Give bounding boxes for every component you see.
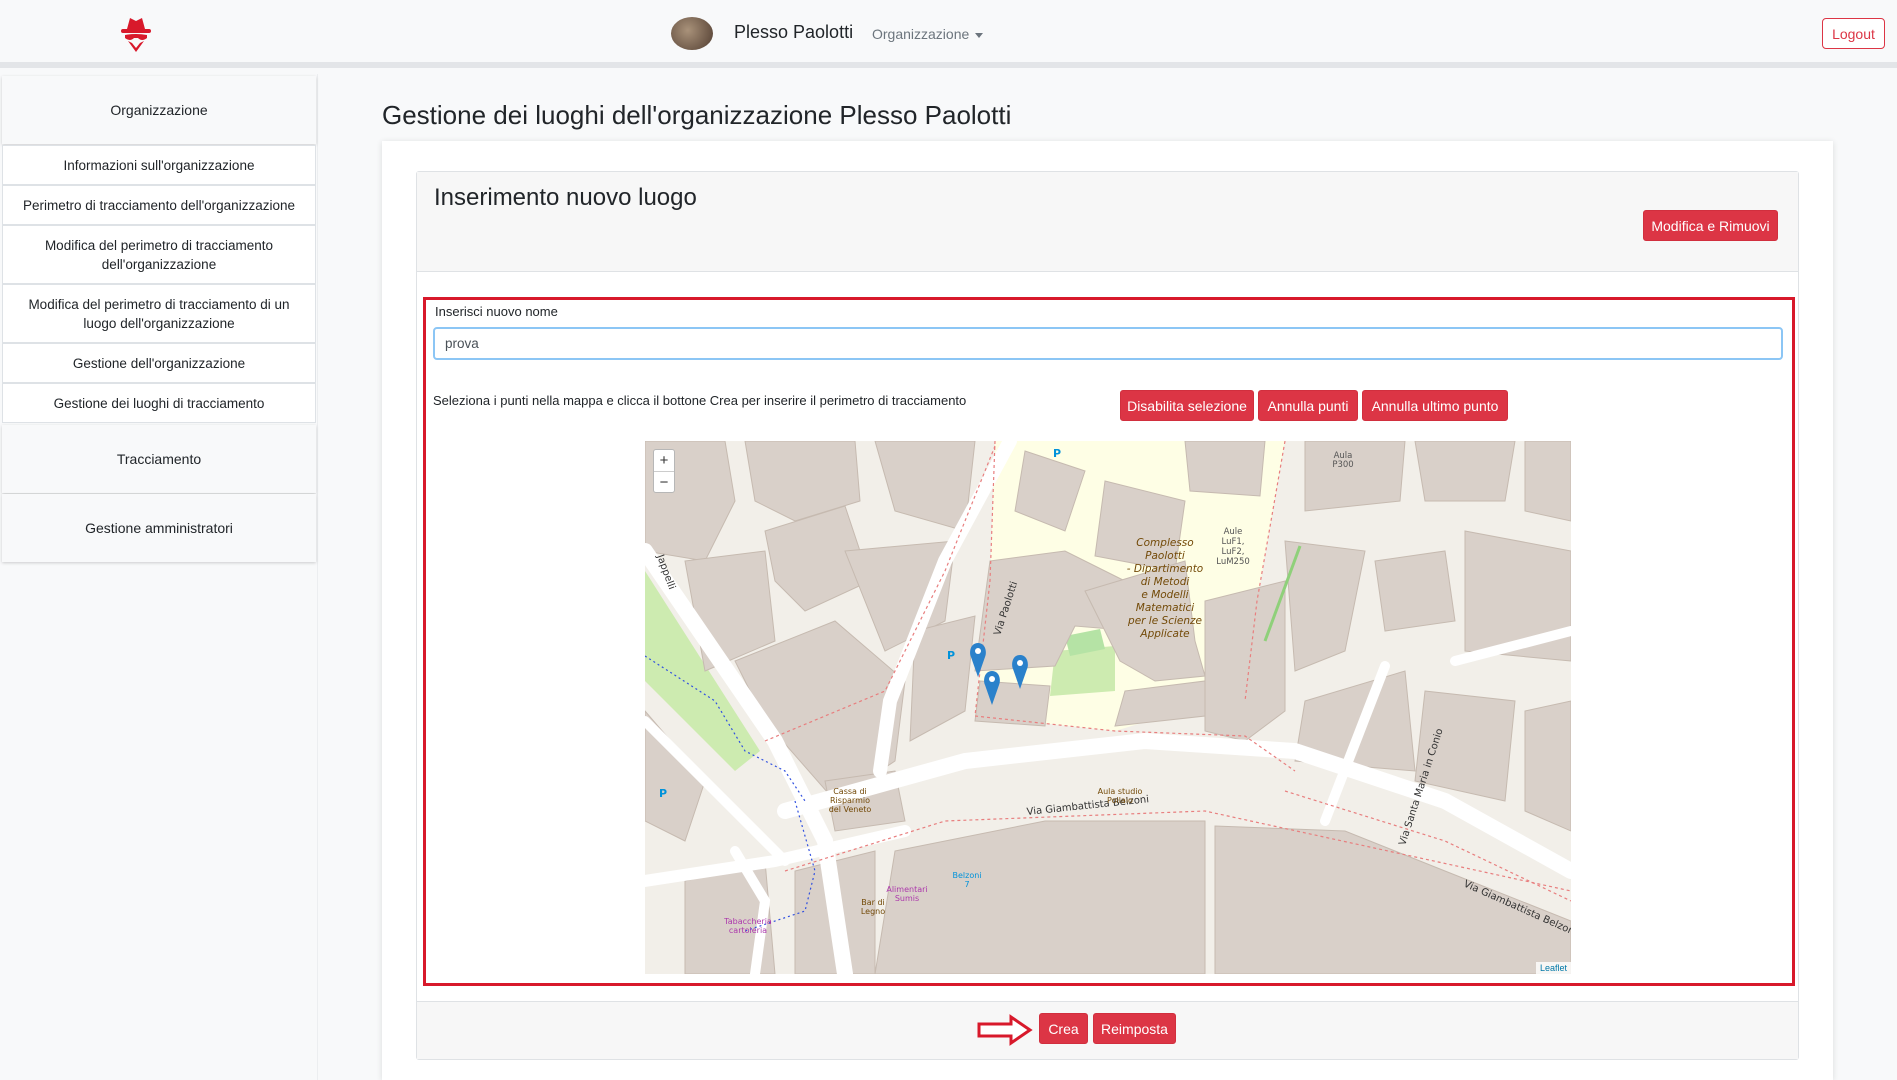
- map-label-aula-p300-1: P300: [1332, 460, 1353, 470]
- edit-remove-button[interactable]: Modifica e Rimuovi: [1643, 210, 1778, 241]
- zoom-in-button[interactable]: +: [654, 450, 674, 471]
- map-label-tabaccheria-1: cartoleria: [729, 926, 767, 935]
- sidebar-item-places-management[interactable]: Gestione dei luoghi di tracciamento: [2, 383, 316, 423]
- sidebar: Organizzazione Informazioni sull'organiz…: [0, 74, 318, 1080]
- sidebar-item-org-management[interactable]: Gestione dell'organizzazione: [2, 343, 316, 383]
- map-label-complex-1: Paolotti: [1145, 550, 1185, 562]
- map-label-complex-2: - Dipartimento: [1127, 563, 1203, 575]
- map-label-aule-1: LuF1,: [1222, 537, 1245, 547]
- parking-icon: P: [1053, 447, 1061, 460]
- arrow-right-icon: [977, 1014, 1033, 1046]
- map-label-aula-studio-0: Aula studio: [1098, 787, 1143, 796]
- organization-dropdown-label: Organizzazione: [872, 26, 970, 42]
- map-canvas[interactable]: Via Paolotti Via Giambattista Belzoni Vi…: [645, 441, 1571, 974]
- organization-name: Plesso Paolotti: [734, 22, 854, 42]
- parking-icon: P: [947, 649, 955, 662]
- map-label-aule-2: LuF2,: [1222, 547, 1245, 557]
- sidebar-item-org-perimeter[interactable]: Perimetro di tracciamento dell'organizza…: [2, 185, 316, 225]
- cancel-points-button[interactable]: Annulla punti: [1258, 390, 1358, 421]
- map-label-aula-studio-1: Pollaio: [1107, 796, 1133, 805]
- map-label-alimentari-1: Sumis: [895, 894, 919, 903]
- zoom-out-button[interactable]: −: [654, 471, 674, 492]
- map-label-complex-5: Matematici: [1136, 602, 1195, 614]
- map-label-cassa-1: Risparmio: [830, 796, 870, 805]
- name-field-label: Inserisci nuovo nome: [435, 304, 558, 319]
- caret-down-icon: [975, 32, 984, 38]
- map-label-belzoni-stop-1: 7: [964, 880, 969, 889]
- logout-button[interactable]: Logout: [1822, 18, 1885, 49]
- map-instructions: Seleziona i punti nella mappa e clicca i…: [433, 393, 967, 408]
- sidebar-section-tracking[interactable]: Tracciamento: [2, 425, 316, 493]
- map-label-cassa-2: del Veneto: [829, 805, 872, 814]
- map-label-aule-0: Aule: [1224, 527, 1243, 537]
- map-zoom-control: + −: [653, 449, 675, 493]
- map-attribution-link[interactable]: Leaflet: [1535, 962, 1571, 974]
- map-label-alimentari-0: Alimentari: [886, 885, 927, 894]
- page-title: Gestione dei luoghi dell'organizzazione …: [382, 100, 1012, 130]
- create-button[interactable]: Crea: [1039, 1013, 1088, 1044]
- map-tiles: Via Paolotti Via Giambattista Belzoni Vi…: [645, 441, 1571, 974]
- sidebar-item-edit-place-perimeter[interactable]: Modifica del perimetro di tracciamento d…: [2, 284, 316, 343]
- map-label-aule-3: LuM250: [1216, 557, 1250, 567]
- name-input[interactable]: [433, 327, 1783, 360]
- map-label-complex-6: per le Scienze: [1127, 615, 1202, 627]
- map-label-complex-7: Applicate: [1139, 628, 1189, 640]
- map-label-cassa-0: Cassa di: [833, 787, 867, 796]
- sidebar-item-org-info[interactable]: Informazioni sull'organizzazione: [2, 145, 316, 185]
- sidebar-item-edit-org-perimeter[interactable]: Modifica del perimetro di tracciamento d…: [2, 225, 316, 284]
- card-title: Inserimento nuovo luogo: [434, 184, 697, 211]
- map-label-bar-1: Legno: [861, 907, 885, 916]
- map-label-bar-0: Bar di: [861, 898, 885, 907]
- organization-avatar: [671, 17, 713, 50]
- disable-selection-button[interactable]: Disabilita selezione: [1120, 390, 1254, 421]
- cancel-last-point-button[interactable]: Annulla ultimo punto: [1362, 390, 1508, 421]
- map-label-complex-4: e Modelli: [1141, 589, 1188, 601]
- spy-logo-icon[interactable]: [116, 14, 156, 54]
- reset-button[interactable]: Reimposta: [1093, 1013, 1176, 1044]
- organization-dropdown[interactable]: Organizzazione: [872, 26, 984, 42]
- top-navbar: Plesso Paolotti Organizzazione Logout: [0, 0, 1897, 68]
- map-label-complex-3: di Metodi: [1141, 576, 1190, 588]
- map-label-belzoni-stop-0: Belzoni: [952, 871, 981, 880]
- map-label-complex-0: Complesso: [1136, 537, 1193, 549]
- sidebar-section-admins[interactable]: Gestione amministratori: [2, 494, 316, 562]
- parking-icon: P: [659, 787, 667, 800]
- map-label-tabaccheria-0: Tabaccheria: [723, 917, 772, 926]
- sidebar-section-organization[interactable]: Organizzazione: [2, 76, 316, 144]
